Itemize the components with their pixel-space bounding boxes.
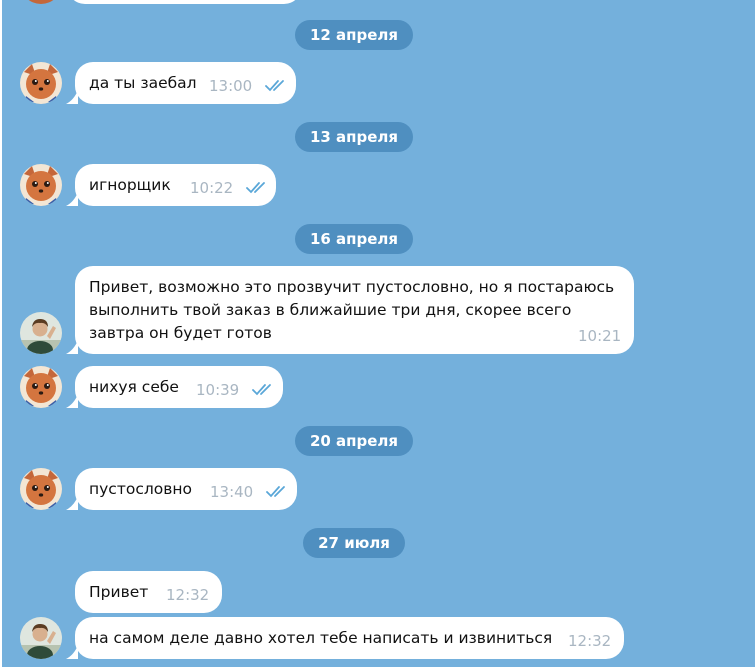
message-time: 13:40 [210, 483, 254, 501]
message-time: 10:22 [190, 179, 234, 197]
person-avatar-icon [20, 312, 62, 354]
message-time: 10:21 [578, 327, 622, 345]
person-avatar-icon [20, 617, 62, 659]
message-time: 10:39 [196, 381, 240, 399]
message-text: Привет, возможно это прозвучит пустослов… [89, 278, 615, 342]
date-label: 12 апреля [309, 26, 399, 44]
date-separator: 20 апреля [295, 426, 413, 456]
message-text: нихуя себе [89, 378, 179, 396]
avatar[interactable] [20, 312, 62, 354]
message-bubble-partial [67, 0, 302, 4]
date-label: 13 апреля [309, 128, 399, 146]
avatar[interactable] [20, 617, 62, 659]
fox-avatar-icon [20, 62, 62, 104]
date-label: 20 апреля [309, 432, 399, 450]
message-bubble[interactable]: да ты заебал 13:00 [75, 62, 296, 104]
date-label: 27 июля [318, 534, 390, 552]
fox-avatar-icon [20, 164, 62, 206]
avatar[interactable] [20, 164, 62, 206]
read-checkmark-icon [265, 80, 284, 92]
avatar[interactable] [20, 62, 62, 104]
avatar[interactable] [20, 0, 62, 4]
message-time: 12:32 [166, 586, 210, 604]
read-checkmark-icon [266, 486, 285, 498]
avatar[interactable] [20, 366, 62, 408]
message-bubble[interactable]: пустословно 13:40 [75, 468, 297, 510]
chat-left-border [0, 0, 2, 667]
date-separator: 16 апреля [295, 224, 413, 254]
fox-avatar-icon [20, 468, 62, 510]
read-checkmark-icon [252, 384, 271, 396]
avatar[interactable] [20, 468, 62, 510]
message-bubble[interactable]: на самом деле давно хотел тебе написать … [75, 617, 624, 659]
message-text: Привет [89, 583, 149, 601]
read-checkmark-icon [246, 182, 265, 194]
fox-avatar-icon [20, 366, 62, 408]
date-separator: 12 апреля [295, 20, 413, 50]
message-bubble[interactable]: игнорщик 10:22 [75, 164, 276, 206]
date-separator: 13 апреля [295, 122, 413, 152]
message-text: да ты заебал [89, 74, 197, 92]
message-bubble[interactable]: Привет 12:32 [75, 571, 222, 613]
date-separator: 27 июля [303, 528, 405, 558]
message-text: на самом деле давно хотел тебе написать … [89, 629, 553, 647]
message-time: 12:32 [568, 632, 612, 650]
message-time: 13:00 [209, 77, 253, 95]
message-text: игнорщик [89, 176, 171, 194]
message-bubble[interactable]: Привет, возможно это прозвучит пустослов… [75, 266, 634, 354]
message-text: пустословно [89, 480, 193, 498]
message-bubble[interactable]: нихуя себе 10:39 [75, 366, 283, 408]
date-label: 16 апреля [309, 230, 399, 248]
